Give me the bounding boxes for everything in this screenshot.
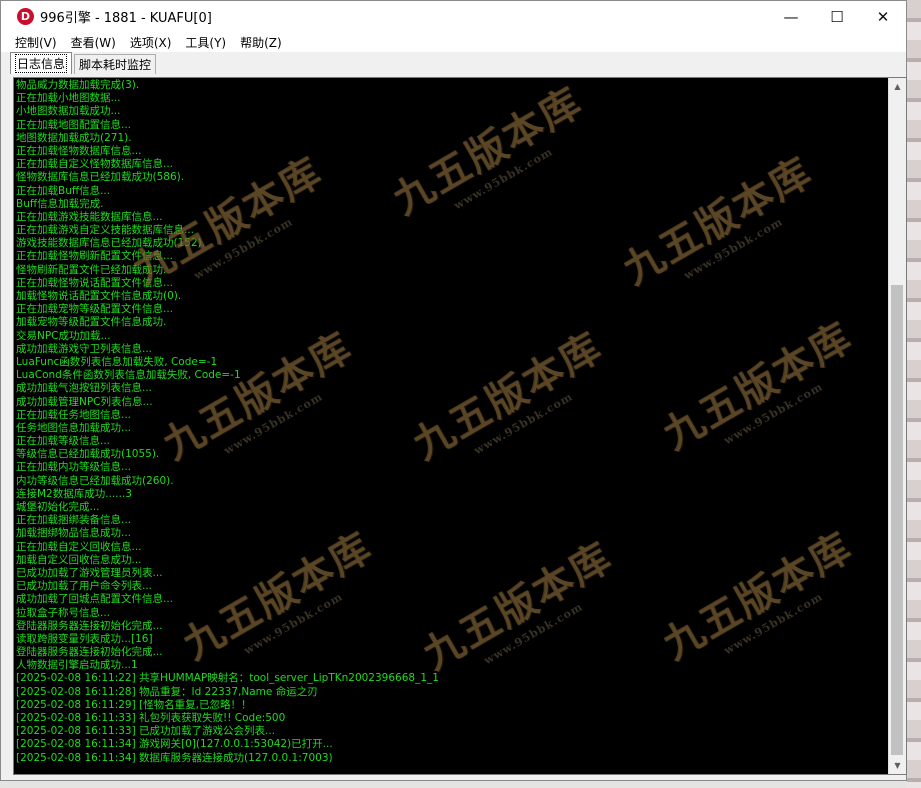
log-line: 登陆器服务器连接初始化完成... <box>16 619 163 632</box>
log-line: 正在加载Buff信息... <box>16 184 111 197</box>
log-line: 正在加载怪物数据库信息... <box>16 144 142 157</box>
desktop-background <box>907 0 921 788</box>
menu-view[interactable]: 查看(W) <box>64 34 123 51</box>
log-line: 正在加载捆绑装备信息... <box>16 514 132 527</box>
log-output-panel[interactable]: 物品威力数据加载完成(3). 正在加载小地图数据... 小地图数据加载成功... 正在… <box>13 77 907 775</box>
vertical-scrollbar[interactable]: ▲ ▼ <box>888 78 906 774</box>
log-line: 游戏技能数据库信息已经加载成功(152). <box>16 237 206 250</box>
tab-script-time-monitor[interactable]: 脚本耗时监控 <box>74 54 157 74</box>
log-line: 成功加载了回城点配置文件信息... <box>16 593 174 606</box>
log-line: 正在加载等级信息... <box>16 435 111 448</box>
log-line: [2025-02-08 16:11:29] [怪物名重复,已忽略！！ <box>16 698 252 711</box>
log-line: 加载怪物说话配置文件信息成功(0). <box>16 290 182 302</box>
log-line: 拉取盒子称号信息... <box>16 606 111 619</box>
menu-help[interactable]: 帮助(Z) <box>233 34 289 51</box>
log-line: LuaCond条件函数列表信息加载失败, Code=-1 <box>16 369 241 382</box>
log-line: 登陆器服务器连接初始化完成... <box>16 646 163 659</box>
menu-control[interactable]: 控制(V) <box>1 34 64 51</box>
title-bar[interactable]: D 996引擎 - 1881 - KUAFU[0] — ☐ ✕ <box>1 1 906 32</box>
log-line: LuaFunc函数列表信息加载失败, Code=-1 <box>16 355 218 368</box>
log-line: 城堡初始化完成... <box>16 501 100 513</box>
log-line: 成功加载管理NPC列表信息... <box>16 395 153 408</box>
log-line: 地图数据加载成功(271). <box>16 131 132 144</box>
menu-bar: 控制(V) 查看(W) 选项(X) 工具(Y) 帮助(Z) <box>1 32 906 52</box>
log-line: [2025-02-08 16:11:33] 礼包列表获取失败!! Code:50… <box>16 712 286 724</box>
log-line: 连接M2数据库成功......3 <box>16 487 132 500</box>
log-line: 正在加载小地图数据... <box>16 92 121 105</box>
scrollbar-thumb[interactable] <box>891 285 903 755</box>
window-controls: — ☐ ✕ <box>768 1 906 32</box>
log-line: 小地图数据加载成功... <box>16 105 121 118</box>
log-line: 等级信息已经加载成功(1055). <box>16 448 160 461</box>
window-title: 996引擎 - 1881 - KUAFU[0] <box>40 11 212 26</box>
tab-log-info-label: 日志信息 <box>15 54 68 73</box>
log-line: [2025-02-08 16:11:28] 物品重复：Id 22337,Name… <box>16 685 318 698</box>
app-window: D 996引擎 - 1881 - KUAFU[0] — ☐ ✕ 控制(V) 查看… <box>0 0 907 781</box>
minimize-button[interactable]: — <box>768 1 814 32</box>
log-line: 成功加载气泡按钮列表信息... <box>16 382 153 395</box>
log-line: 任务地图信息加载成功... <box>16 421 132 434</box>
log-line: Buff信息加载完成. <box>16 197 104 210</box>
log-line: [2025-02-08 16:11:33] 已成功加载了游戏公会列表... <box>16 725 276 738</box>
log-line: [2025-02-08 16:11:22] 共享HUMMAP映射名：tool_s… <box>16 672 439 685</box>
log-line: 正在加载地图配置信息... <box>16 118 132 131</box>
log-line: 怪物刷新配置文件已经加载成功. <box>16 263 167 276</box>
maximize-button[interactable]: ☐ <box>814 1 860 32</box>
log-line: 加载捆绑物品信息成功... <box>16 527 132 540</box>
scroll-down-arrow-icon[interactable]: ▼ <box>889 757 906 774</box>
log-line: 正在加载自定义回收信息... <box>16 540 142 553</box>
log-line: 正在加载自定义怪物数据库信息... <box>16 158 174 171</box>
log-line: 正在加载任务地图信息... <box>16 408 132 421</box>
log-line: 加载宠物等级配置文件信息成功. <box>16 316 167 329</box>
log-lines: 物品威力数据加载完成(3). 正在加载小地图数据... 小地图数据加载成功... 正在… <box>16 79 886 765</box>
log-line: 正在加载游戏技能数据库信息... <box>16 210 163 223</box>
app-logo-icon: D <box>17 8 34 25</box>
close-button[interactable]: ✕ <box>860 1 906 32</box>
log-line: 怪物数据库信息已经加载成功(586). <box>16 171 185 184</box>
tab-log-info[interactable]: 日志信息 <box>10 52 73 74</box>
menu-tools[interactable]: 工具(Y) <box>178 34 233 51</box>
log-line: [2025-02-08 16:11:34] 游戏网关[0](127.0.0.1:… <box>16 738 333 751</box>
scroll-up-arrow-icon[interactable]: ▲ <box>889 78 906 95</box>
log-line: 正在加载怪物刷新配置文件信息... <box>16 250 174 263</box>
log-line: 正在加载游戏自定义技能数据库信息... <box>16 224 195 237</box>
log-line: 加载自定义回收信息成功... <box>16 553 142 566</box>
log-line: 交易NPC成功加载... <box>16 329 111 342</box>
log-line: [2025-02-08 16:11:34] 数据库服务器连接成功(127.0.0… <box>16 751 333 764</box>
log-line: 物品威力数据加载完成(3). <box>16 79 140 91</box>
log-line: 正在加载宠物等级配置文件信息... <box>16 303 174 316</box>
log-line: 已成功加载了游戏管理员列表... <box>16 566 163 579</box>
menu-options[interactable]: 选项(X) <box>123 34 179 51</box>
log-line: 内功等级信息已经加载成功(260). <box>16 474 174 487</box>
tab-script-time-monitor-label: 脚本耗时监控 <box>79 58 152 72</box>
log-line: 已成功加载了用户命令列表... <box>16 580 153 593</box>
log-line: 人物数据引擎启动成功...1 <box>16 659 138 672</box>
log-line: 读取跨服变量列表成功...[16] <box>16 632 153 645</box>
tab-bar: 日志信息 脚本耗时监控 <box>1 52 906 74</box>
log-line: 成功加载游戏守卫列表信息... <box>16 342 153 355</box>
log-line: 正在加载怪物说话配置文件信息... <box>16 276 174 289</box>
log-line: 正在加载内功等级信息... <box>16 461 132 474</box>
